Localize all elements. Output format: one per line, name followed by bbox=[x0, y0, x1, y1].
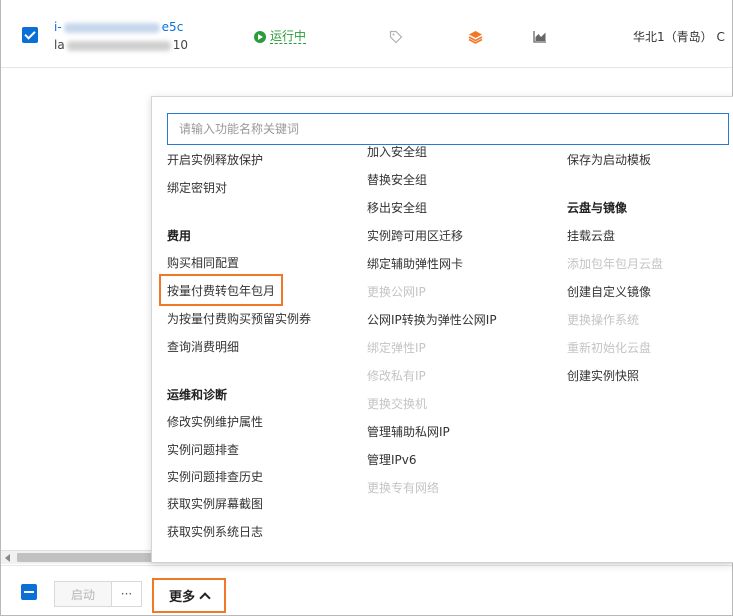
instance-status: 运行中 bbox=[254, 29, 307, 44]
select-all-checkbox[interactable] bbox=[21, 584, 37, 600]
menu-item-system-log[interactable]: 获取实例系统日志 bbox=[167, 524, 263, 540]
menu-item-change-vswitch: 更换交换机 bbox=[367, 397, 428, 411]
menu-item-create-custom-image[interactable]: 创建自定义镜像 bbox=[567, 284, 651, 300]
bulk-action-bar: 启动 ··· 更多 bbox=[1, 565, 732, 615]
start-button[interactable]: 启动 bbox=[54, 581, 112, 607]
more-button[interactable]: 更多 bbox=[152, 578, 226, 613]
menu-item-save-launch-template[interactable]: 保存为启动模板 bbox=[567, 152, 651, 168]
instance-table-row[interactable]: i-e5c la 10 运行中 华北1（青岛） C bbox=[1, 0, 732, 68]
more-button-label: 更多 bbox=[168, 590, 195, 605]
menu-item-screenshot[interactable]: 获取实例屏幕截图 bbox=[167, 496, 263, 512]
menu-item-manage-ipv6[interactable]: 管理IPv6 bbox=[367, 452, 417, 468]
menu-item-add-subscription-disk: 添加包年包月云盘 bbox=[567, 257, 664, 271]
menu-item-bind-secondary-eni[interactable]: 绑定辅助弹性网卡 bbox=[367, 256, 463, 272]
menu-item-modify-private-ip: 修改私有IP bbox=[367, 369, 426, 383]
highlight-box bbox=[159, 274, 283, 306]
chevron-up-icon bbox=[199, 592, 211, 604]
menu-item-cross-zone-migrate[interactable]: 实例跨可用区迁移 bbox=[367, 228, 463, 244]
menu-item-remove-security-group[interactable]: 移出安全组 bbox=[367, 200, 427, 216]
menu-item-query-billing-details[interactable]: 查询消费明细 bbox=[167, 339, 239, 355]
region-text: 华北1（青岛） C bbox=[633, 28, 725, 45]
tag-icon[interactable] bbox=[389, 30, 403, 44]
scroll-left-icon[interactable] bbox=[5, 554, 10, 562]
redacted-name bbox=[66, 40, 171, 51]
monitor-chart-icon[interactable] bbox=[533, 30, 547, 43]
menu-item-convert-to-eip[interactable]: 公网IP转换为弹性公网IP bbox=[367, 312, 497, 328]
instance-id-prefix: i- bbox=[54, 20, 62, 34]
menu-item-manage-secondary-private-ip[interactable]: 管理辅助私网IP bbox=[367, 424, 450, 440]
menu-item-change-vpc: 更换专有网络 bbox=[367, 481, 440, 495]
menu-item-join-security-group[interactable]: 加入安全组 bbox=[367, 144, 427, 160]
redacted-id bbox=[63, 22, 160, 33]
more-actions-ellipsis-button[interactable]: ··· bbox=[112, 581, 142, 607]
menu-item-bind-eip: 绑定弹性IP bbox=[367, 341, 426, 355]
menu-item-replace-security-group[interactable]: 替换安全组 bbox=[367, 172, 427, 188]
menu-item-bind-keypair[interactable]: 绑定密钥对 bbox=[167, 180, 227, 196]
menu-item-change-public-ip: 更换公网IP bbox=[367, 285, 426, 299]
menu-item-attach-disk[interactable]: 挂载云盘 bbox=[567, 228, 615, 244]
menu-item-buy-same-config[interactable]: 购买相同配置 bbox=[167, 255, 239, 271]
menu-heading-billing: 费用 bbox=[167, 229, 192, 243]
menu-item-troubleshoot-history[interactable]: 实例问题排查历史 bbox=[167, 469, 263, 485]
instance-name-suffix: 10 bbox=[172, 38, 188, 52]
status-text: 运行中 bbox=[270, 29, 307, 44]
menu-item-maintenance-attributes[interactable]: 修改实例维护属性 bbox=[167, 414, 263, 430]
region-trailing: C bbox=[716, 30, 725, 44]
menu-heading-disk-image: 云盘与镜像 bbox=[567, 201, 628, 215]
row-checkbox[interactable] bbox=[22, 27, 38, 43]
instance-id-link[interactable]: i-e5c bbox=[54, 20, 183, 34]
layers-icon[interactable] bbox=[468, 30, 483, 44]
menu-item-troubleshoot[interactable]: 实例问题排查 bbox=[167, 442, 239, 458]
menu-item-reinit-disk: 重新初始化云盘 bbox=[567, 341, 652, 355]
instance-name-prefix: la bbox=[54, 38, 65, 52]
instance-id-suffix: e5c bbox=[161, 20, 184, 34]
menu-heading-ops: 运维和诊断 bbox=[167, 388, 228, 402]
region-name: 华北1（青岛） bbox=[633, 30, 713, 44]
instance-name: la 10 bbox=[54, 38, 188, 52]
more-actions-dropdown: 开启实例释放保护 绑定密钥对 费用 购买相同配置 按量付费转包年包月 为按量付费… bbox=[151, 96, 733, 563]
running-status-icon bbox=[254, 30, 266, 43]
feature-search-input[interactable] bbox=[167, 113, 729, 145]
menu-item-buy-reserved-instance[interactable]: 为按量付费购买预留实例券 bbox=[167, 311, 311, 327]
menu-item-enable-release-protection[interactable]: 开启实例释放保护 bbox=[167, 152, 263, 168]
menu-item-change-os: 更换操作系统 bbox=[567, 313, 640, 327]
menu-item-create-snapshot[interactable]: 创建实例快照 bbox=[567, 368, 639, 384]
